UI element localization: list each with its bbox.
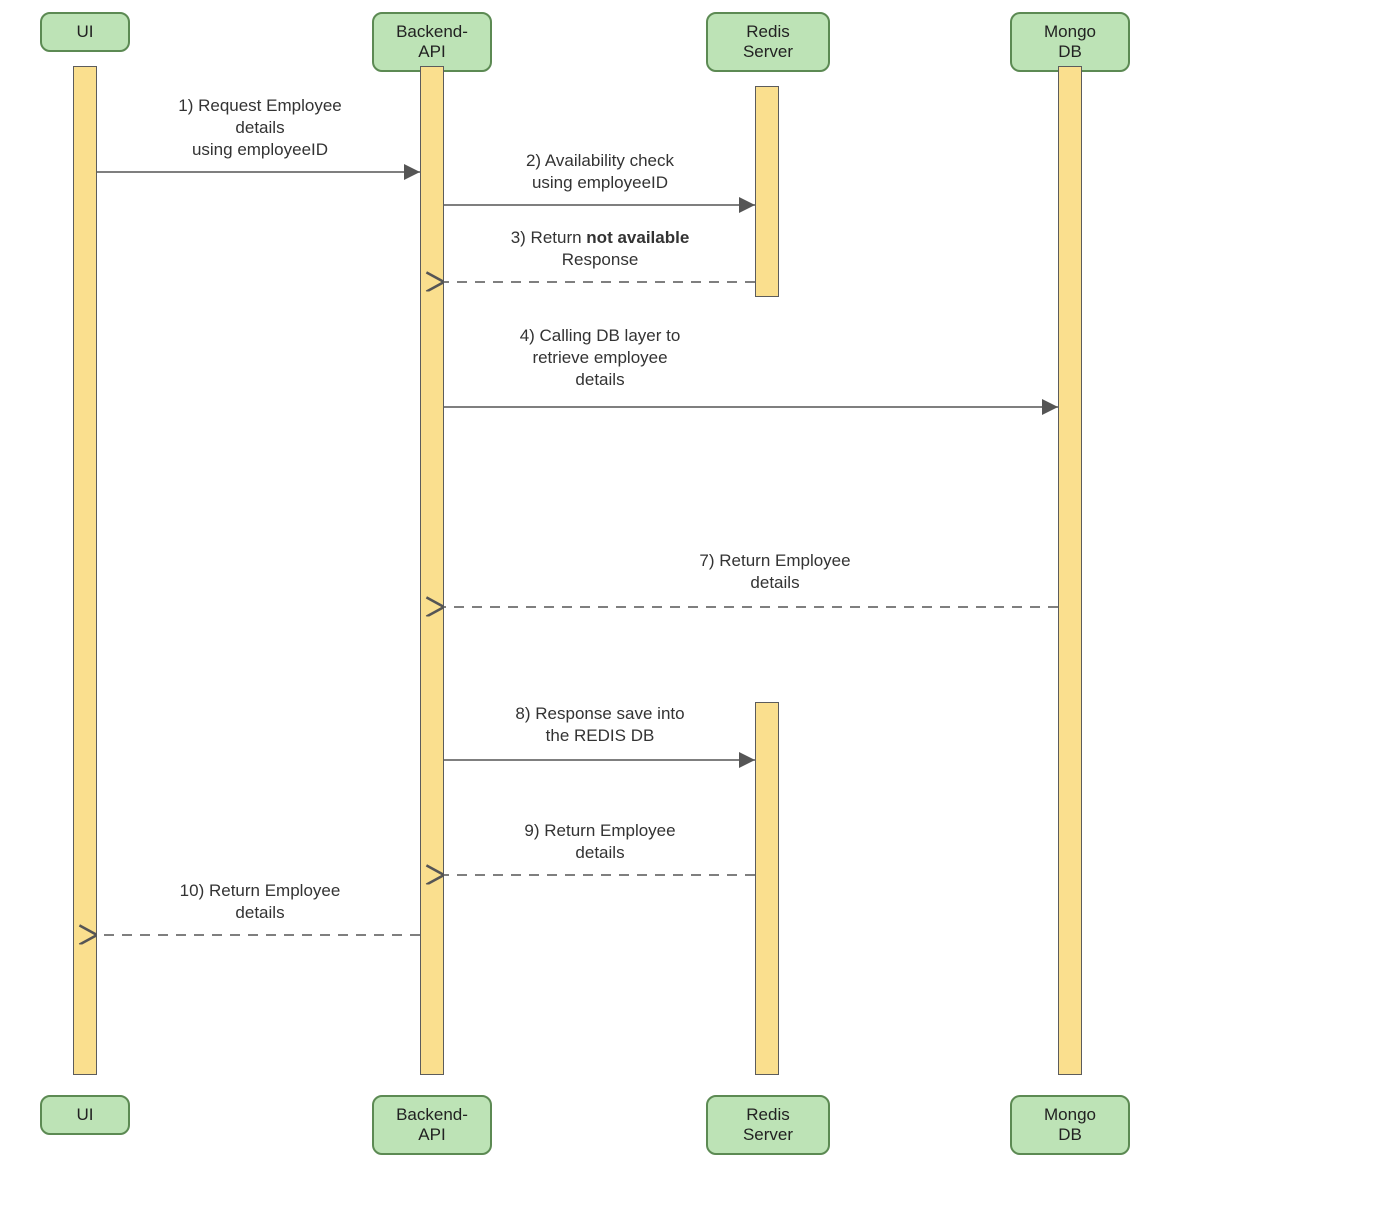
participant-redis-bottom: Redis Server (706, 1095, 830, 1155)
activation-redis-2 (755, 702, 779, 1075)
message-3: 3) Return not available Response (470, 227, 730, 271)
participant-backend-bottom: Backend-API (372, 1095, 492, 1155)
participant-mongo-bottom: Mongo DB (1010, 1095, 1130, 1155)
message-10: 10) Return Employee details (140, 880, 380, 924)
message-8: 8) Response save into the REDIS DB (470, 703, 730, 747)
participant-mongo-top: Mongo DB (1010, 12, 1130, 72)
participant-label: Redis Server (743, 1105, 793, 1144)
participant-label: Backend-API (396, 22, 468, 61)
message-1: 1) Request Employee details using employ… (140, 95, 380, 161)
activation-ui (73, 66, 97, 1075)
message-2: 2) Availability check using employeeID (480, 150, 720, 194)
message-7: 7) Return Employee details (660, 550, 890, 594)
message-4: 4) Calling DB layer to retrieve employee… (475, 325, 725, 391)
participant-label: Mongo DB (1044, 22, 1096, 61)
participant-ui-bottom: UI (40, 1095, 130, 1135)
participant-redis-top: Redis Server (706, 12, 830, 72)
participant-label: UI (77, 1105, 94, 1124)
activation-backend (420, 66, 444, 1075)
participant-label: Redis Server (743, 22, 793, 61)
participant-label: UI (77, 22, 94, 41)
participant-backend-top: Backend-API (372, 12, 492, 72)
activation-mongo (1058, 66, 1082, 1075)
participant-ui-top: UI (40, 12, 130, 52)
participant-label: Backend-API (396, 1105, 468, 1144)
message-9: 9) Return Employee details (490, 820, 710, 864)
activation-redis-1 (755, 86, 779, 297)
sequence-diagram: UI Backend-API Redis Server Mongo DB (0, 0, 1400, 1217)
participant-label: Mongo DB (1044, 1105, 1096, 1144)
